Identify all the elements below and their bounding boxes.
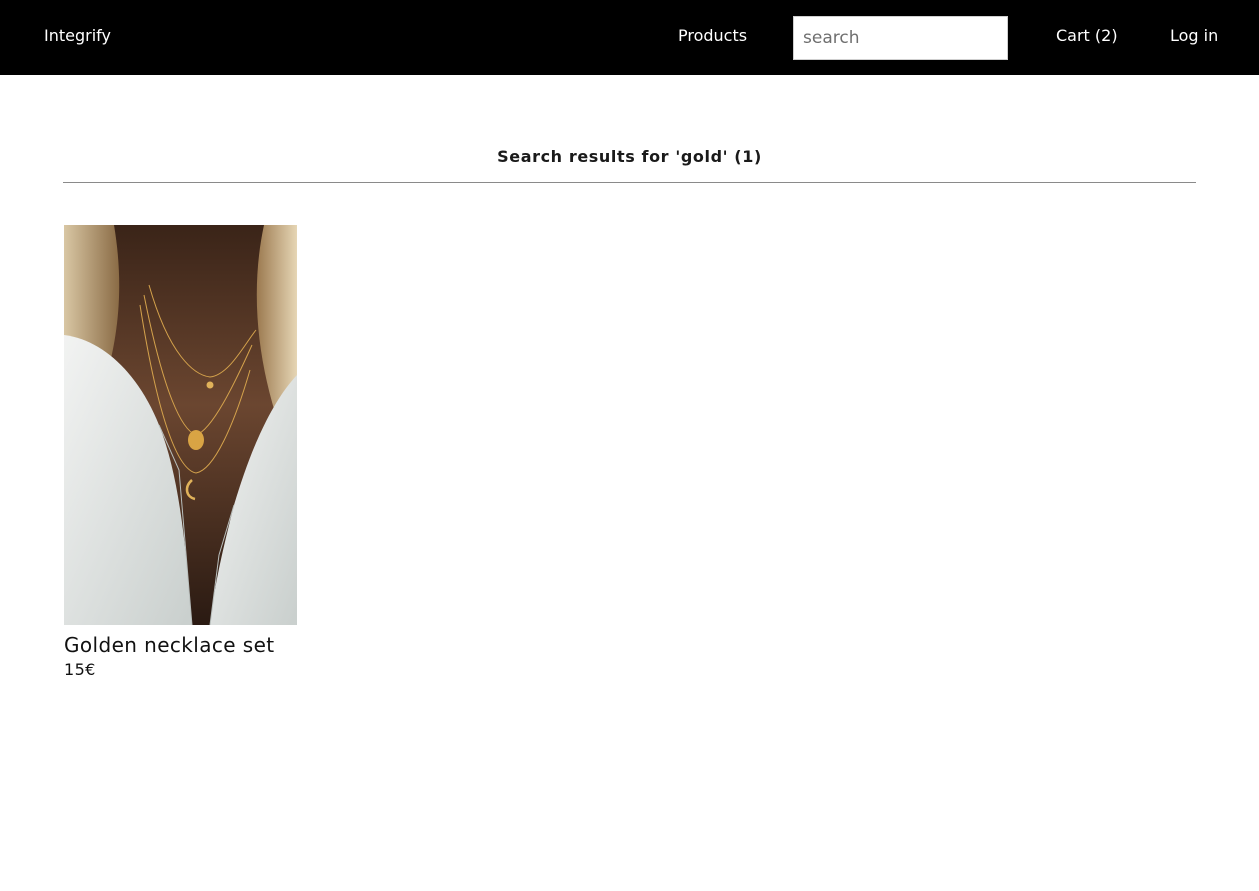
product-card[interactable]: Golden necklace set 15€ xyxy=(64,225,297,679)
nav-cart-link[interactable]: Cart (2) xyxy=(1056,26,1118,45)
search-results-heading: Search results for 'gold' (1) xyxy=(497,147,762,166)
nav-login-link[interactable]: Log in xyxy=(1170,26,1218,45)
product-name[interactable]: Golden necklace set xyxy=(64,633,297,657)
heading-divider xyxy=(63,182,1196,183)
brand-logo-link[interactable]: Integrify xyxy=(44,26,111,45)
nav-products-link[interactable]: Products xyxy=(678,26,747,45)
top-navbar: Integrify Products Cart (2) Log in xyxy=(0,0,1259,75)
product-image[interactable] xyxy=(64,225,297,625)
product-price: 15€ xyxy=(64,660,96,679)
search-input[interactable] xyxy=(793,16,1008,60)
